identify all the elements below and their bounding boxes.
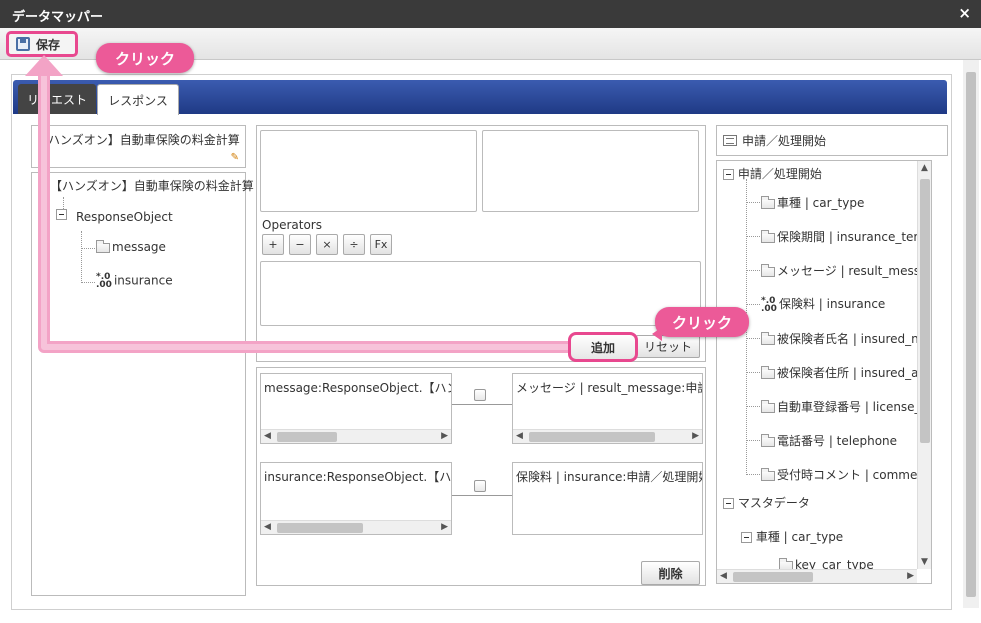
operator-plus-button[interactable]: + bbox=[262, 234, 284, 255]
mapping-source-1-text: message:ResponseObject.【ハンズオン】 bbox=[264, 381, 451, 395]
tree-node-root-label: 【ハンズオン】自動車保険の料金計算 bbox=[50, 179, 254, 193]
folder-icon bbox=[761, 195, 775, 209]
tree-node-message[interactable]: message bbox=[96, 239, 166, 254]
edit-pencil-icon[interactable]: ✎ bbox=[231, 152, 239, 163]
mapping-target-1[interactable]: メッセージ | result_message:申請／処理開始 ◀▶ bbox=[512, 373, 703, 444]
click-callout-save: クリック bbox=[96, 43, 194, 73]
horizontal-scrollbar[interactable]: ◀ ▶ bbox=[261, 520, 451, 534]
tree-node-license-plate[interactable]: 自動車登録番号 | license_plate bbox=[761, 398, 931, 415]
tree-node-response-object-label: ResponseObject bbox=[76, 210, 173, 224]
tree-node-master-car-type[interactable]: 車種 | car_type bbox=[741, 528, 843, 545]
page-scrollbar[interactable] bbox=[963, 60, 979, 608]
folder-icon bbox=[761, 331, 775, 345]
tree-node-insurance[interactable]: *.0.00 保険料 | insurance bbox=[761, 295, 885, 313]
collapse-icon[interactable] bbox=[56, 209, 67, 220]
add-button[interactable]: 追加 bbox=[568, 332, 638, 362]
expression-textarea[interactable] bbox=[260, 261, 701, 326]
operators-label: Operators bbox=[262, 218, 322, 232]
tree-node-result-message[interactable]: メッセージ | result_message bbox=[761, 262, 932, 279]
save-button[interactable]: 保存 bbox=[6, 31, 78, 57]
collapse-icon[interactable] bbox=[723, 169, 734, 180]
delete-button[interactable]: 削除 bbox=[641, 561, 700, 585]
mapping-target-1-text: メッセージ | result_message:申請／処理開始 bbox=[516, 381, 702, 395]
mapping-target-2[interactable]: 保険料 | insurance:申請／処理開始 bbox=[512, 462, 703, 535]
horizontal-scrollbar[interactable]: ◀ ▶ bbox=[513, 429, 702, 443]
form-icon bbox=[723, 135, 737, 146]
tree-node-insurance-term[interactable]: 保険期間 | insurance_term bbox=[761, 228, 930, 245]
tree-node-label: 保険料 | insurance bbox=[778, 297, 886, 311]
tab-request[interactable]: リクエスト bbox=[18, 84, 96, 114]
tree-node-label: 被保険者氏名 | insured_name bbox=[777, 332, 932, 346]
close-icon[interactable]: × bbox=[958, 4, 971, 22]
tree-node-master-car-type-label: 車種 | car_type bbox=[755, 530, 844, 544]
operator-multiply-button[interactable]: × bbox=[316, 234, 338, 255]
tree-node-label: 受付時コメント | comment bbox=[777, 468, 930, 482]
target-tree: 申請／処理開始 車種 | car_type 保険期間 | insurance_t… bbox=[716, 160, 932, 584]
tab-bar: リクエスト レスポンス bbox=[13, 80, 947, 115]
window-title: データマッパー bbox=[12, 10, 104, 25]
tree-node-label: 保険期間 | insurance_term bbox=[777, 230, 930, 244]
mapping-checkbox-2[interactable] bbox=[474, 480, 486, 492]
target-header-title: 申請／処理開始 bbox=[742, 134, 827, 148]
tree-node-label: 電話番号 | telephone bbox=[777, 434, 898, 448]
tree-node-root[interactable]: 【ハンズオン】自動車保険の料金計算 bbox=[50, 177, 254, 194]
tree-node-insurance[interactable]: *.0.00 insurance bbox=[96, 272, 173, 290]
tree-node-response-object-label-wrap: ResponseObject bbox=[76, 210, 173, 224]
tree-node-label: 自動車登録番号 | license_plate bbox=[777, 400, 931, 414]
tree-node-insured-address[interactable]: 被保険者住所 | insured_address bbox=[761, 364, 931, 381]
number-icon: *.0.00 bbox=[96, 272, 112, 290]
tree-node-app-root-label: 申請／処理開始 bbox=[737, 167, 822, 181]
tree-node-comment[interactable]: 受付時コメント | comment bbox=[761, 466, 930, 483]
folder-icon bbox=[761, 365, 775, 379]
tree-node-car-type[interactable]: 車種 | car_type bbox=[761, 194, 864, 211]
horizontal-scrollbar[interactable]: ◀ ▶ bbox=[717, 569, 917, 583]
tree-node-master-data-label: マスタデータ bbox=[737, 496, 810, 510]
click-callout-add: クリック bbox=[652, 307, 749, 341]
mapping-checkbox-1[interactable] bbox=[474, 389, 486, 401]
folder-icon bbox=[761, 229, 775, 243]
folder-icon bbox=[761, 467, 775, 481]
tree-node-label: 被保険者住所 | insured_address bbox=[777, 366, 931, 380]
operator-minus-button[interactable]: − bbox=[289, 234, 311, 255]
title-bar: データマッパー × bbox=[0, 0, 981, 28]
tree-node-insurance-label: insurance bbox=[113, 273, 173, 288]
folder-icon bbox=[761, 399, 775, 413]
tree-node-app-root[interactable]: 申請／処理開始 bbox=[723, 165, 822, 182]
page-scrollbar-thumb[interactable] bbox=[966, 72, 976, 597]
mapping-source-2-text: insurance:ResponseObject.【ハンズオン】 bbox=[264, 470, 452, 484]
mapping-source-1[interactable]: message:ResponseObject.【ハンズオン】 ◀▶ bbox=[260, 373, 452, 444]
horizontal-scrollbar[interactable]: ◀ ▶ bbox=[261, 429, 451, 443]
number-icon: *.0.00 bbox=[761, 295, 777, 314]
collapse-icon[interactable] bbox=[723, 498, 734, 509]
tree-node-insured-name[interactable]: 被保険者氏名 | insured_name bbox=[761, 330, 932, 347]
mapping-target-2-text: 保険料 | insurance:申請／処理開始 bbox=[516, 470, 703, 484]
tree-node-message-label: message bbox=[112, 240, 166, 254]
save-button-label: 保存 bbox=[36, 37, 61, 52]
vertical-scrollbar[interactable]: ▲ ▼ bbox=[917, 161, 931, 569]
source-header-title: 【ハンズオン】自動車保険の料金計算 bbox=[36, 133, 240, 147]
target-header: 申請／処理開始 bbox=[716, 125, 948, 156]
operator-divide-button[interactable]: ÷ bbox=[343, 234, 365, 255]
folder-icon bbox=[761, 263, 775, 277]
source-expression-box[interactable] bbox=[260, 130, 477, 212]
source-tree: 【ハンズオン】自動車保険の料金計算 ResponseObject message… bbox=[31, 172, 254, 596]
collapse-icon[interactable] bbox=[741, 532, 752, 543]
folder-icon bbox=[761, 433, 775, 447]
folder-icon bbox=[96, 239, 110, 253]
tree-node-label: メッセージ | result_message bbox=[777, 264, 932, 278]
operator-function-button[interactable]: Fx bbox=[370, 234, 392, 255]
floppy-disk-icon bbox=[16, 37, 30, 51]
tab-response[interactable]: レスポンス bbox=[97, 84, 179, 115]
mapping-source-2[interactable]: insurance:ResponseObject.【ハンズオン】 ◀▶ bbox=[260, 462, 452, 535]
tree-node-telephone[interactable]: 電話番号 | telephone bbox=[761, 432, 897, 449]
tree-node-response-object[interactable] bbox=[56, 207, 67, 221]
source-header: 【ハンズオン】自動車保険の料金計算 ✎ bbox=[31, 125, 246, 168]
tree-node-master-data[interactable]: マスタデータ bbox=[723, 494, 810, 511]
tree-node-label: 車種 | car_type bbox=[777, 196, 865, 210]
target-expression-box[interactable] bbox=[482, 130, 699, 212]
